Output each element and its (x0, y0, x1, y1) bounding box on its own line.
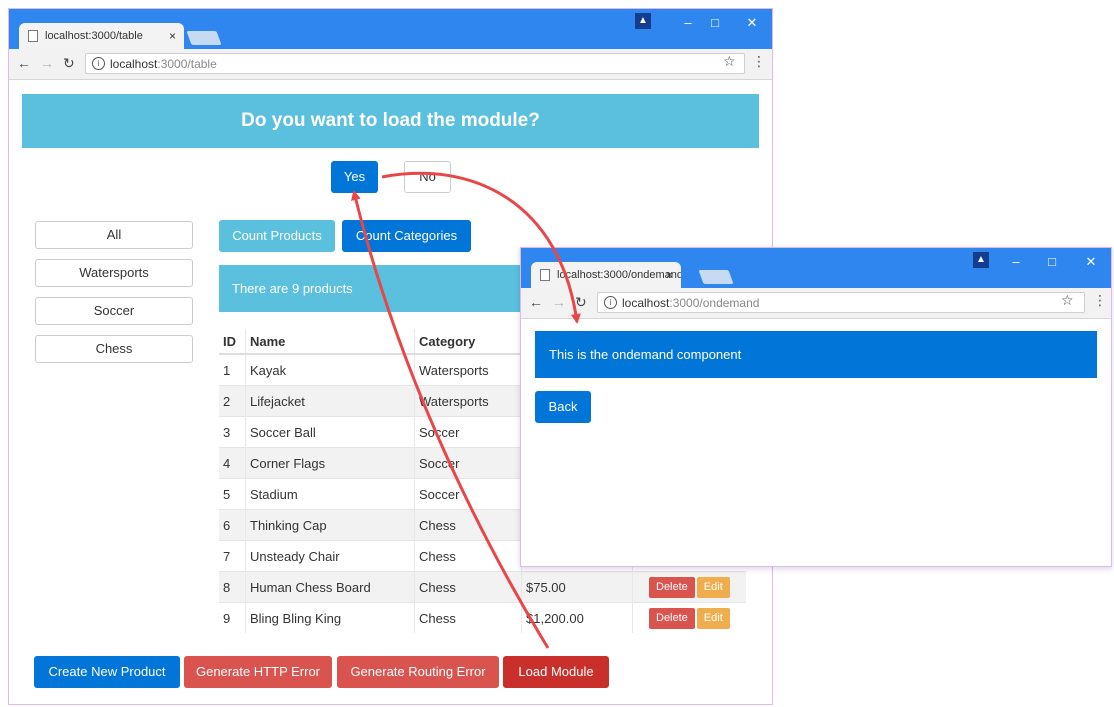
category-cell: Watersports (414, 385, 522, 417)
actions-cell: Delete Edit (632, 602, 746, 633)
edit-button[interactable]: Edit (696, 607, 730, 629)
no-button[interactable]: No (404, 161, 451, 193)
forward-arrow-icon[interactable]: → (40, 55, 54, 71)
minimize-icon[interactable]: – (676, 15, 700, 30)
header-category: Category (414, 329, 522, 355)
generate-routing-error-button[interactable]: Generate Routing Error (337, 656, 499, 688)
create-product-button[interactable]: Create New Product (34, 656, 180, 688)
tab-title: localhost:3000/table (45, 30, 143, 42)
table-row: 9 Bling Bling King Chess $1,200.00 Delete Edi… (219, 602, 746, 633)
new-tab-button[interactable] (698, 270, 734, 284)
name-cell: Human Chess Board (245, 571, 415, 603)
category-cell: Chess (414, 540, 522, 572)
back-button[interactable]: Back (535, 391, 591, 423)
category-cell: Chess (414, 509, 522, 541)
header-id: ID (219, 329, 246, 355)
name-cell: Lifejacket (245, 385, 415, 417)
menu-kebab-icon[interactable]: ⋮ (752, 53, 766, 70)
category-cell: Chess (414, 571, 522, 603)
yes-button[interactable]: Yes (331, 161, 378, 193)
delete-button[interactable]: Delete (649, 607, 695, 629)
browser-tab[interactable]: localhost:3000/table × (19, 23, 184, 49)
minimize-icon[interactable]: – (1004, 254, 1028, 269)
id-cell: 6 (219, 509, 246, 541)
delete-button[interactable]: Delete (649, 576, 695, 598)
category-cell: Soccer (414, 478, 522, 510)
id-cell: 9 (219, 602, 246, 633)
bookmark-star-icon[interactable]: ☆ (1061, 292, 1074, 309)
price-cell: $1,200.00 (521, 602, 633, 633)
url-host: localhost (110, 57, 158, 71)
id-cell: 1 (219, 353, 246, 386)
user-icon[interactable]: ▲ (635, 13, 651, 29)
back-arrow-icon[interactable]: ← (17, 55, 31, 71)
url-field[interactable]: i localhost:3000/ondemand (597, 292, 1085, 313)
page-icon (28, 30, 38, 42)
category-button-soccer[interactable]: Soccer (35, 297, 193, 325)
name-cell: Kayak (245, 353, 415, 386)
id-cell: 2 (219, 385, 246, 417)
id-cell: 8 (219, 571, 246, 603)
category-button-all[interactable]: All (35, 221, 193, 249)
url-field[interactable]: i localhost:3000/table (85, 53, 745, 74)
tab-close-icon[interactable]: × (666, 268, 673, 282)
page-icon (540, 269, 550, 281)
tab-close-icon[interactable]: × (169, 29, 176, 43)
id-cell: 5 (219, 478, 246, 510)
maximize-icon[interactable]: □ (1040, 254, 1064, 269)
tab-title: localhost:3000/ondemand (557, 269, 681, 281)
name-cell: Soccer Ball (245, 416, 415, 448)
category-cell: Soccer (414, 447, 522, 479)
generate-http-error-button[interactable]: Generate HTTP Error (184, 656, 332, 688)
count-categories-button[interactable]: Count Categories (342, 220, 471, 252)
count-products-button[interactable]: Count Products (219, 220, 335, 252)
reload-icon[interactable]: ↻ (575, 294, 587, 311)
category-cell: Chess (414, 602, 522, 633)
actions-cell: Delete Edit (632, 571, 746, 603)
reload-icon[interactable]: ↻ (63, 55, 75, 72)
bookmark-star-icon[interactable]: ☆ (723, 53, 736, 70)
address-bar-row: ← → ↻ i localhost:3000/ondemand ☆ ⋮ (521, 288, 1111, 319)
category-cell: Watersports (414, 353, 522, 386)
info-icon: i (92, 57, 105, 70)
category-button-chess[interactable]: Chess (35, 335, 193, 363)
id-cell: 4 (219, 447, 246, 479)
new-tab-button[interactable] (186, 31, 222, 45)
name-cell: Corner Flags (245, 447, 415, 479)
browser-tab[interactable]: localhost:3000/ondemand × (531, 262, 681, 288)
title-bar: localhost:3000/ondemand × ▲ – □ ✕ (521, 248, 1111, 288)
url-path: :3000/ondemand (669, 296, 760, 310)
table-row: 8 Human Chess Board Chess $75.00 Delete Edit (219, 571, 746, 603)
address-bar-row: ← → ↻ i localhost:3000/table ☆ ⋮ (9, 49, 772, 80)
close-window-icon[interactable]: ✕ (1079, 254, 1103, 270)
url-host: localhost (622, 296, 670, 310)
ondemand-browser-window: localhost:3000/ondemand × ▲ – □ ✕ ← → ↻ … (520, 247, 1112, 567)
url-path: :3000/table (157, 57, 217, 71)
name-cell: Thinking Cap (245, 509, 415, 541)
edit-button[interactable]: Edit (696, 576, 730, 598)
price-cell: $75.00 (521, 571, 633, 603)
user-icon[interactable]: ▲ (973, 252, 989, 268)
title-bar: localhost:3000/table × ▲ – □ ✕ (9, 9, 772, 49)
ondemand-component-message: This is the ondemand component (535, 331, 1097, 378)
load-module-button[interactable]: Load Module (503, 656, 609, 688)
back-arrow-icon[interactable]: ← (529, 294, 543, 310)
name-cell: Stadium (245, 478, 415, 510)
load-module-prompt: Do you want to load the module? (22, 94, 759, 148)
menu-kebab-icon[interactable]: ⋮ (1093, 292, 1107, 309)
name-cell: Unsteady Chair (245, 540, 415, 572)
category-button-watersports[interactable]: Watersports (35, 259, 193, 287)
category-cell: Soccer (414, 416, 522, 448)
header-name: Name (245, 329, 415, 355)
id-cell: 7 (219, 540, 246, 572)
maximize-icon[interactable]: □ (703, 15, 727, 30)
close-window-icon[interactable]: ✕ (740, 15, 764, 31)
info-icon: i (604, 296, 617, 309)
forward-arrow-icon[interactable]: → (552, 294, 566, 310)
name-cell: Bling Bling King (245, 602, 415, 633)
id-cell: 3 (219, 416, 246, 448)
